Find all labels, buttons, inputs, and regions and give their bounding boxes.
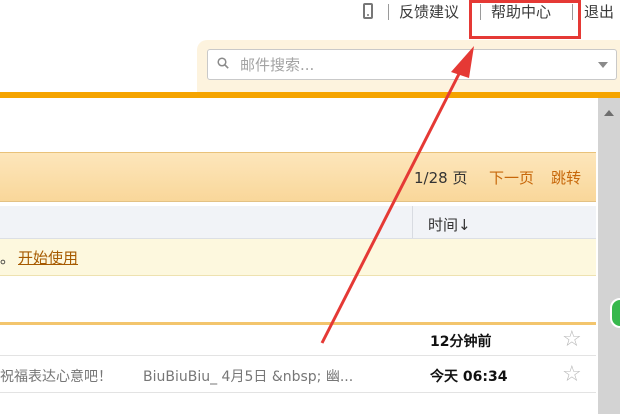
- annotation-arrow: [320, 46, 474, 344]
